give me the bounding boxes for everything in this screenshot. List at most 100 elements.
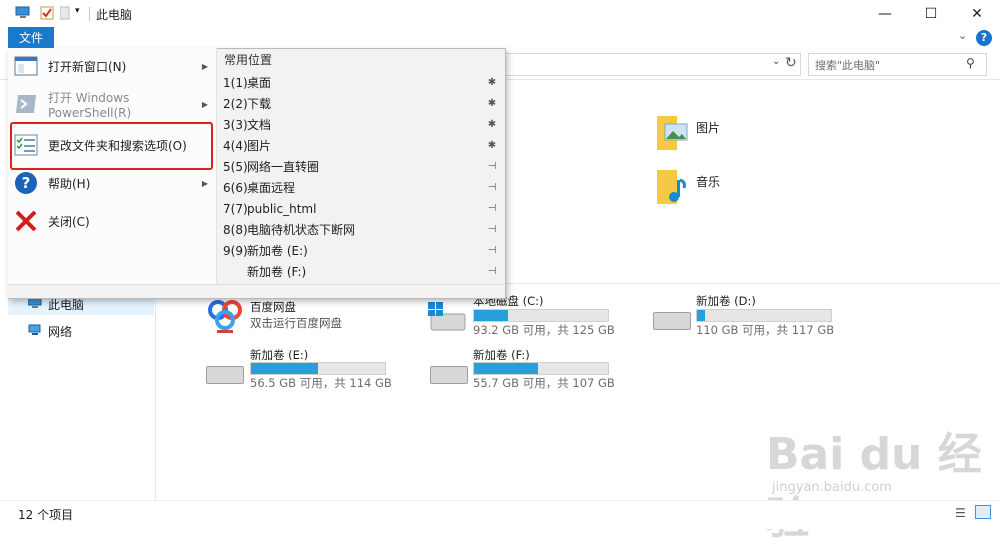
refresh-icon[interactable]: ↻ (785, 55, 797, 71)
hard-drive-icon[interactable] (430, 366, 468, 384)
pin-icon[interactable]: ⊣ (485, 182, 499, 193)
recent-place-label: 电脑待机状态下断网 (247, 223, 356, 237)
pin-icon[interactable]: ⊣ (485, 203, 499, 214)
details-view-icon[interactable]: ☰ (955, 506, 966, 520)
large-icons-view-icon[interactable] (975, 505, 991, 519)
network-icon (28, 324, 42, 339)
computer-icon (15, 6, 31, 20)
pin-icon[interactable]: ⊣ (485, 266, 499, 277)
drive-name-e[interactable]: 新加卷 (E:) (250, 347, 308, 363)
new-folder-icon[interactable] (59, 6, 76, 20)
item-count: 12 个项目 (18, 508, 74, 522)
nav-item-network[interactable]: 网络 (28, 320, 72, 342)
drive-name-d[interactable]: 新加卷 (D:) (696, 293, 756, 309)
recent-place-item[interactable]: 2(2) 下载 ✱ (223, 93, 499, 114)
drive-usage-bar-e (250, 362, 386, 375)
recent-place-label: 新加卷 (E:) (247, 244, 308, 258)
drive-usage-bar-d (696, 309, 832, 322)
recent-place-item[interactable]: 7(7) public_html ⊣ (223, 198, 499, 219)
windows-drive-icon[interactable] (428, 302, 466, 335)
customize-toolbar-icon[interactable]: ▾ (75, 6, 80, 16)
drive-info-f: 55.7 GB 可用，共 107 GB (473, 376, 615, 390)
recent-place-item[interactable]: 3(3) 文档 ✱ (223, 114, 499, 135)
title-separator (89, 7, 90, 21)
recent-place-label: 桌面 (247, 76, 272, 90)
recent-place-label: 文档 (247, 118, 272, 132)
pin-icon[interactable]: ⊣ (485, 224, 499, 235)
drive-name-f[interactable]: 新加卷 (F:) (473, 347, 530, 363)
address-bar[interactable] (505, 53, 801, 76)
menu-label-open-powershell: 打开 Windows PowerShell(R) (47, 90, 132, 120)
recent-place-number: 8(8) (223, 222, 248, 237)
help-circle-icon: ? (14, 171, 38, 195)
recent-place-item[interactable]: 新加卷 (F:) ⊣ (223, 261, 499, 282)
drive-usage-bar-f (473, 362, 609, 375)
folder-label-music[interactable]: 音乐 (696, 173, 720, 190)
pinned-icon[interactable]: ✱ (485, 77, 499, 88)
menu-open-powershell: 打开 Windows PowerShell(R) ▶ (8, 85, 216, 123)
recent-place-item[interactable]: 5(5) 网络一直转圈 ⊣ (223, 156, 499, 177)
title-bar (0, 0, 1000, 27)
file-tab[interactable]: 文件 (8, 27, 54, 48)
recent-place-label: 网络一直转圈 (247, 160, 320, 174)
recent-place-item[interactable]: 6(6) 桌面远程 ⊣ (223, 177, 499, 198)
properties-icon[interactable] (40, 6, 56, 20)
recent-place-number: 4(4) (223, 138, 248, 153)
help-icon[interactable]: ? (976, 30, 992, 46)
recent-place-number: 2(2) (223, 96, 248, 111)
submenu-arrow-icon: ▶ (201, 178, 208, 188)
annotation-highlight-box (10, 122, 213, 170)
menu-help[interactable]: ? 帮助(H) ▶ (8, 164, 216, 202)
minimize-button[interactable]: — (862, 0, 908, 27)
folder-label-pictures[interactable]: 图片 (696, 119, 720, 136)
recent-place-item[interactable]: 8(8) 电脑待机状态下断网 ⊣ (223, 219, 499, 240)
recent-place-label: 下载 (247, 97, 272, 111)
address-dropdown-icon[interactable]: ⌄ (772, 56, 780, 67)
drive-usage-bar-c (473, 309, 609, 322)
recent-place-number: 6(6) (223, 180, 248, 195)
hard-drive-icon[interactable] (653, 312, 691, 330)
menu-label-close: 关闭(C) (48, 214, 90, 229)
recent-place-item[interactable]: 9(9) 新加卷 (E:) ⊣ (223, 240, 499, 261)
close-x-icon (14, 209, 38, 233)
drive-usage-fill-c (474, 310, 508, 321)
menu-label-open-new-window: 打开新窗口(N) (48, 59, 127, 74)
pinned-icon[interactable]: ✱ (485, 140, 499, 151)
recent-place-label: 新加卷 (F:) (247, 265, 307, 279)
recent-place-item[interactable]: 1(1) 桌面 ✱ (223, 72, 499, 93)
recent-place-item[interactable]: 4(4) 图片 ✱ (223, 135, 499, 156)
expand-ribbon-icon[interactable]: ⌄ (958, 29, 967, 42)
pictures-folder-icon[interactable] (657, 114, 689, 155)
search-icon[interactable]: ⚲ (966, 56, 975, 70)
pinned-icon[interactable]: ✱ (485, 119, 499, 130)
recent-place-number: 1(1) (223, 75, 248, 90)
baidu-netdisk-icon[interactable] (207, 297, 243, 336)
hard-drive-icon[interactable] (206, 366, 244, 384)
recent-place-label: 图片 (247, 139, 272, 153)
drive-usage-fill-e (251, 363, 318, 374)
submenu-arrow-icon: ▶ (201, 99, 208, 109)
new-window-icon (14, 54, 38, 78)
drive-usage-fill-d (697, 310, 706, 321)
ribbon-tabs (0, 27, 1000, 49)
baidu-netdisk-desc: 双击运行百度网盘 (250, 316, 342, 330)
pin-icon[interactable]: ⊣ (485, 245, 499, 256)
pinned-icon[interactable]: ✱ (485, 98, 499, 109)
file-menu-divider (216, 48, 217, 284)
recent-place-label: 桌面远程 (247, 181, 296, 195)
menu-open-new-window[interactable]: 打开新窗口(N) ▶ (8, 47, 216, 85)
drive-info-d: 110 GB 可用，共 117 GB (696, 323, 835, 337)
maximize-button[interactable]: ☐ (908, 0, 954, 27)
baidu-netdisk-name[interactable]: 百度网盘 (250, 299, 296, 315)
pin-icon[interactable]: ⊣ (485, 161, 499, 172)
menu-close[interactable]: 关闭(C) (8, 202, 216, 240)
menu-label-help: 帮助(H) (48, 176, 91, 191)
nav-label-network: 网络 (48, 324, 73, 339)
music-folder-icon[interactable] (657, 168, 689, 209)
recent-place-number: 5(5) (223, 159, 248, 174)
submenu-arrow-icon: ▶ (201, 61, 208, 71)
baidu-watermark-url: jingyan.baidu.com (772, 480, 892, 495)
powershell-icon (14, 92, 38, 116)
recent-place-label: public_html (247, 201, 317, 216)
close-button[interactable]: ✕ (954, 0, 1000, 27)
